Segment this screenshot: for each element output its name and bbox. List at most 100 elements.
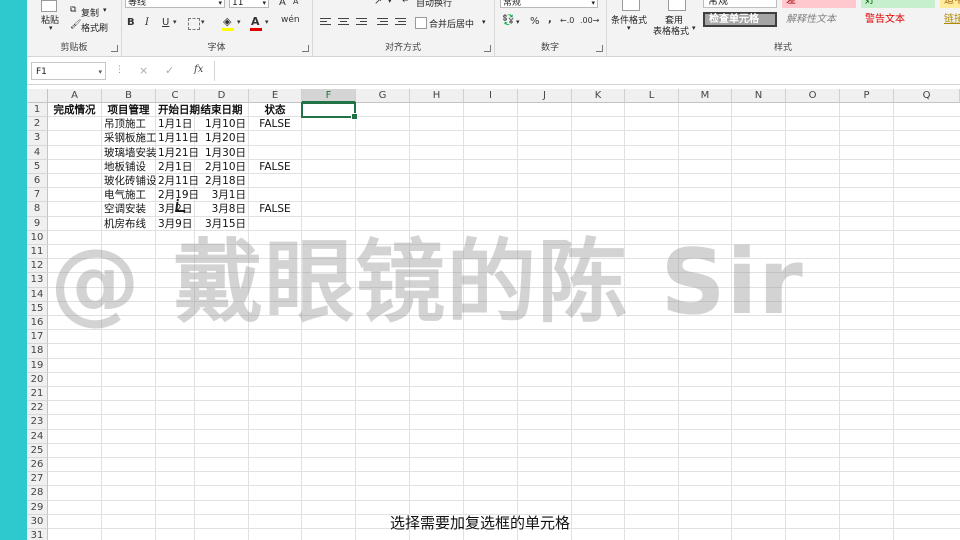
format-painter-button[interactable]: 格式刷 [81,21,108,34]
row-header-11[interactable]: 11 [27,245,48,260]
end-date-cell[interactable]: 1月30日 [197,146,246,160]
merge-center-button[interactable]: 合并后居中 [429,17,474,30]
task-name-cell[interactable]: 采钢板施工 [104,131,157,145]
row-header-12[interactable]: 12 [27,259,48,274]
header-cell[interactable]: 结束日期 [197,103,246,117]
alignment-launcher-icon[interactable] [484,45,491,52]
task-name-cell[interactable]: 地板铺设 [104,160,153,174]
style-check-cell[interactable]: 检查单元格 [703,12,777,27]
status-cell[interactable] [251,217,299,231]
column-header-b[interactable]: B [102,89,156,103]
wrap-text-icon[interactable]: ↵ [402,0,410,6]
underline-dropdown-icon[interactable]: ▾ [173,18,177,26]
column-header-n[interactable]: N [732,89,786,103]
row-header-27[interactable]: 27 [27,472,48,487]
header-cell[interactable]: 项目管理 [104,103,153,117]
row-header-31[interactable]: 31 [27,529,48,540]
decrease-indent-icon[interactable] [377,18,388,27]
style-neutral[interactable]: 适中 [940,0,960,8]
start-date-cell[interactable]: 1月11日 [158,131,199,145]
italic-button[interactable]: I [145,17,149,28]
status-cell[interactable]: FALSE [251,117,299,131]
conditional-dropdown-icon[interactable]: ▾ [627,24,631,32]
status-cell[interactable]: FALSE [251,202,299,216]
row-header-4[interactable]: 4 [27,145,48,160]
end-date-cell[interactable]: 3月8日 [197,202,246,216]
copy-button[interactable]: 复制 [81,6,99,19]
start-date-cell[interactable]: 1月1日 [158,117,192,131]
confirm-entry-button[interactable]: ✓ [165,64,174,77]
column-header-e[interactable]: E [249,89,302,103]
table-dropdown-icon[interactable]: ▾ [692,24,696,32]
task-name-cell[interactable]: 玻化砖铺设 [104,174,157,188]
increase-decimal-icon[interactable]: ←.0 [560,16,574,25]
row-header-13[interactable]: 13 [27,273,48,288]
decrease-decimal-icon[interactable]: .00→ [580,16,599,25]
column-header-h[interactable]: H [410,89,464,103]
task-name-cell[interactable]: 吊顶施工 [104,117,153,131]
column-header-m[interactable]: M [679,89,732,103]
border-icon[interactable] [188,18,200,30]
row-header-22[interactable]: 22 [27,401,48,416]
fill-color-icon[interactable]: ◈ [223,15,231,28]
row-header-5[interactable]: 5 [27,159,48,174]
row-header-8[interactable]: 8 [27,202,48,217]
align-center-icon[interactable] [338,18,349,27]
task-name-cell[interactable]: 电气施工 [104,188,153,202]
wrap-text-button[interactable]: 自动换行 [416,0,452,9]
start-date-cell[interactable]: 2月19日 [158,188,199,202]
fill-dropdown-icon[interactable]: ▾ [237,18,241,26]
column-header-f[interactable]: F [302,89,356,103]
column-header-c[interactable]: C [156,89,195,103]
row-header-28[interactable]: 28 [27,486,48,501]
merge-dropdown-icon[interactable]: ▾ [482,18,486,26]
row-header-30[interactable]: 30 [27,514,48,529]
name-box[interactable]: F1 ▾ [31,62,106,80]
number-launcher-icon[interactable] [596,45,603,52]
header-cell[interactable]: 完成情况 [50,103,99,117]
end-date-cell[interactable]: 3月1日 [197,188,246,202]
end-date-cell[interactable]: 1月20日 [197,131,246,145]
start-date-cell[interactable]: 1月21日 [158,146,199,160]
row-header-25[interactable]: 25 [27,443,48,458]
row-header-2[interactable]: 2 [27,117,48,132]
phonetic-button[interactable]: wén [281,15,300,25]
column-header-d[interactable]: D [195,89,249,103]
align-left-icon[interactable] [320,18,331,27]
task-name-cell[interactable]: 空调安装 [104,202,153,216]
column-header-o[interactable]: O [786,89,840,103]
style-hyperlink[interactable]: 链接 [940,12,960,27]
row-header-23[interactable]: 23 [27,415,48,430]
status-cell[interactable] [251,131,299,145]
shrink-font-icon[interactable]: A [293,0,298,6]
style-normal[interactable]: 常规 [703,0,777,8]
formula-input[interactable] [214,61,960,81]
row-header-14[interactable]: 14 [27,287,48,302]
bold-button[interactable]: B [127,17,135,28]
header-cell[interactable]: 状态 [251,103,299,117]
task-name-cell[interactable]: 玻璃墙安装 [104,146,157,160]
column-header-g[interactable]: G [356,89,410,103]
start-date-cell[interactable]: 2月11日 [158,174,199,188]
copy-icon[interactable]: ⧉ [70,5,76,15]
worksheet-grid[interactable]: A B C D E F G H I J K L M N O P Q 1 2 3 4 5 6 7 8 9 10 11 12 13 14 15 16… [27,89,960,540]
end-date-cell[interactable]: 2月10日 [197,160,246,174]
percent-button[interactable]: % [530,16,540,27]
style-warning[interactable]: 警告文本 [861,12,935,27]
end-date-cell[interactable]: 2月18日 [197,174,246,188]
conditional-format-icon[interactable] [622,0,640,11]
font-color-dropdown-icon[interactable]: ▾ [265,18,269,26]
format-painter-icon[interactable]: 🖌 [70,20,81,30]
header-cell[interactable]: 开始日期 [158,103,200,117]
row-header-21[interactable]: 21 [27,387,48,402]
active-cell-selection[interactable] [301,102,358,121]
copy-dropdown-icon[interactable]: ▾ [103,6,107,14]
grow-font-button[interactable]: A [279,0,286,8]
start-date-cell[interactable]: 2月1日 [158,160,192,174]
row-header-15[interactable]: 15 [27,301,48,316]
row-header-19[interactable]: 19 [27,358,48,373]
column-header-q[interactable]: Q [894,89,960,103]
increase-indent-icon[interactable] [395,18,406,27]
row-header-26[interactable]: 26 [27,458,48,473]
border-dropdown-icon[interactable]: ▾ [201,18,205,26]
